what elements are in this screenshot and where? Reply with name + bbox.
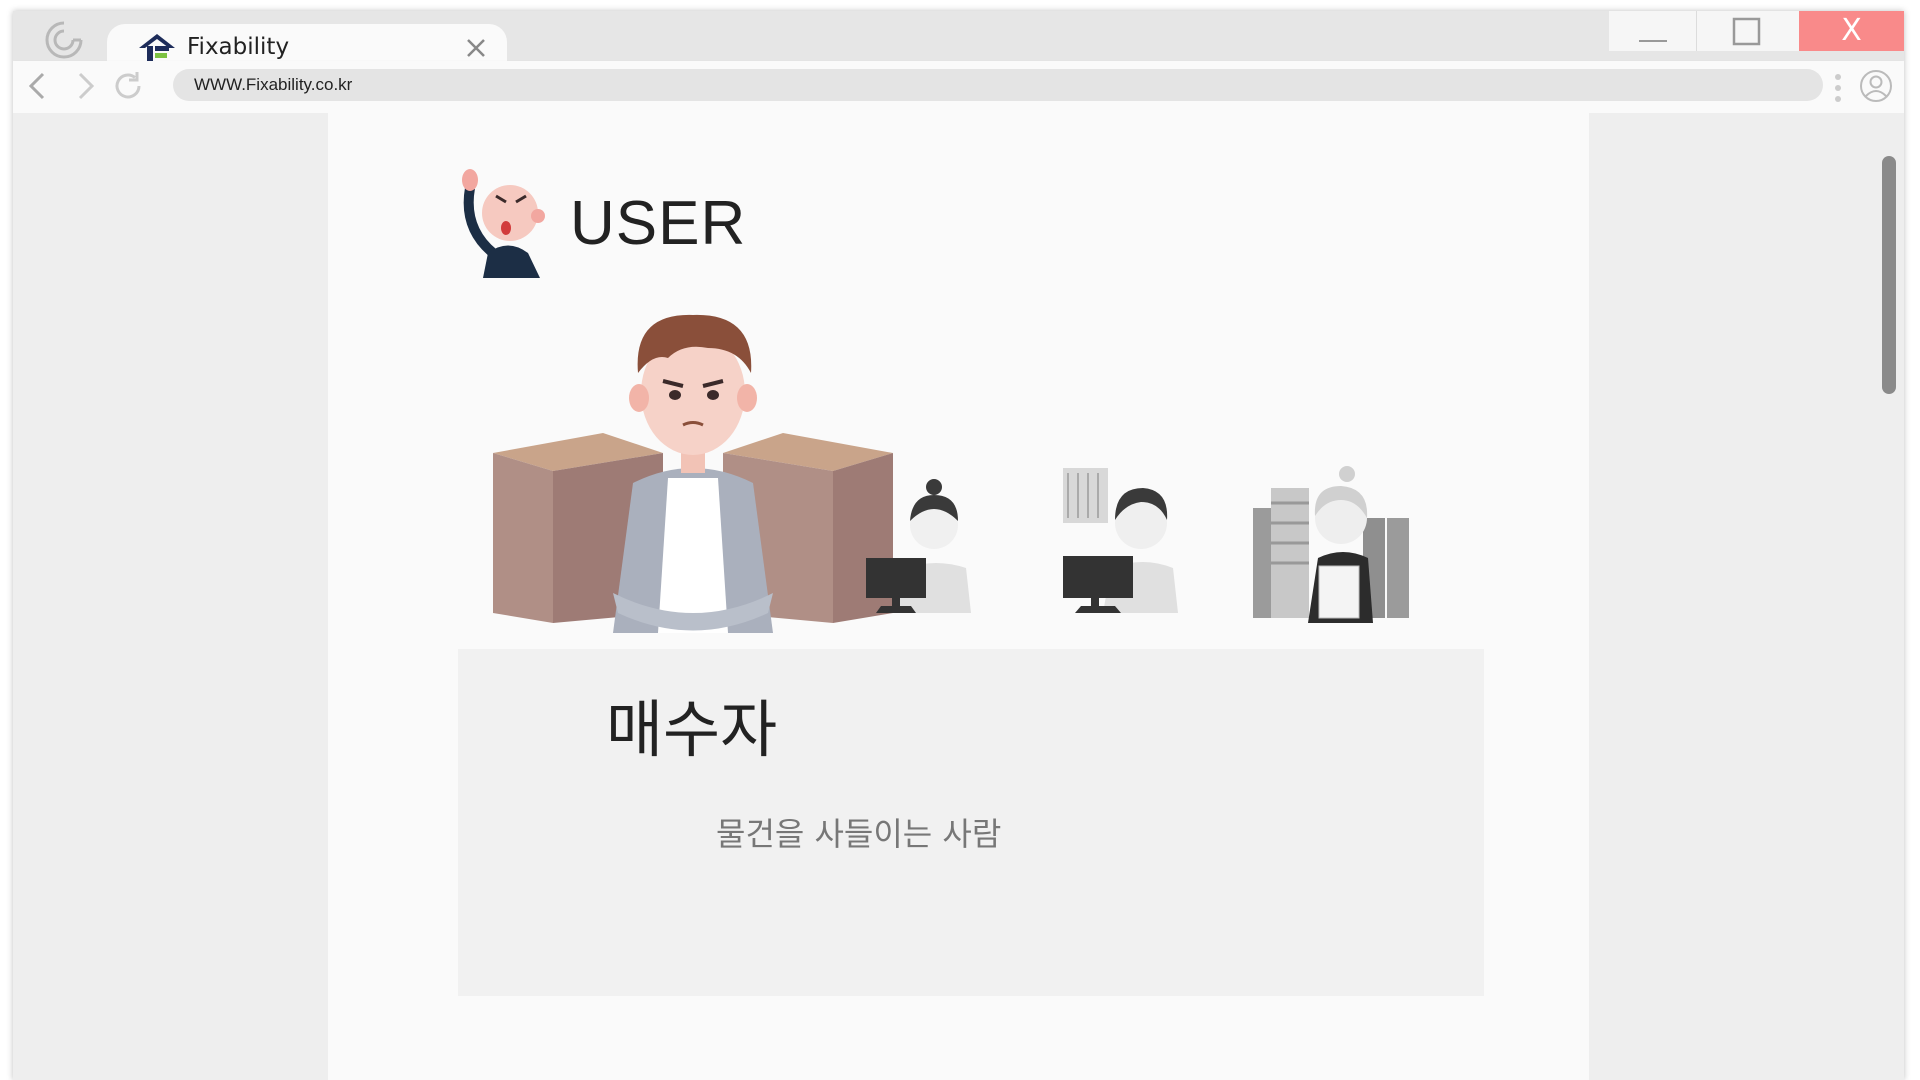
page-viewport: USER 매수자 물건을 사들이는 사람 xyxy=(13,113,1904,1080)
close-window-button[interactable]: X xyxy=(1799,11,1904,51)
section-heading: USER xyxy=(570,189,747,258)
card-title: 매수자 xyxy=(606,693,778,766)
window-controls: X xyxy=(1609,11,1904,51)
more-options-icon[interactable] xyxy=(1833,73,1843,103)
customer-service-woman-icon xyxy=(866,479,971,613)
navigation-bar: WWW.Fixability.co.kr xyxy=(13,61,1904,113)
role-card: 매수자 물건을 사들이는 사람 xyxy=(458,649,1484,996)
close-tab-icon[interactable] xyxy=(464,36,488,60)
reload-icon[interactable] xyxy=(111,69,145,103)
warehouse-staff-icon xyxy=(1253,466,1409,623)
browser-logo-icon[interactable] xyxy=(41,17,87,63)
scrollbar-thumb[interactable] xyxy=(1882,156,1896,394)
card-description: 물건을 사들이는 사람 xyxy=(716,815,1002,853)
minimize-button[interactable] xyxy=(1609,11,1696,51)
url-text: WWW.Fixability.co.kr xyxy=(194,75,353,94)
page-content: USER 매수자 물건을 사들이는 사람 xyxy=(328,113,1589,1080)
forward-icon[interactable] xyxy=(68,69,102,103)
profile-icon[interactable] xyxy=(1859,69,1893,103)
buyer-illustration xyxy=(493,314,893,633)
address-bar[interactable]: WWW.Fixability.co.kr xyxy=(173,69,1823,101)
browser-window: Fixability X WWW.Fixability.co.kr USER 매… xyxy=(13,11,1904,1080)
tab-title: Fixability xyxy=(187,34,290,60)
maximize-button[interactable] xyxy=(1696,11,1797,51)
customer-service-man-icon xyxy=(1063,468,1178,613)
minimize-icon xyxy=(1639,40,1667,42)
fixability-logo-icon xyxy=(139,34,175,62)
maximize-icon xyxy=(1732,17,1761,46)
tab-strip: Fixability X xyxy=(13,11,1904,73)
mascot-icon xyxy=(462,169,545,278)
back-icon[interactable] xyxy=(21,69,55,103)
